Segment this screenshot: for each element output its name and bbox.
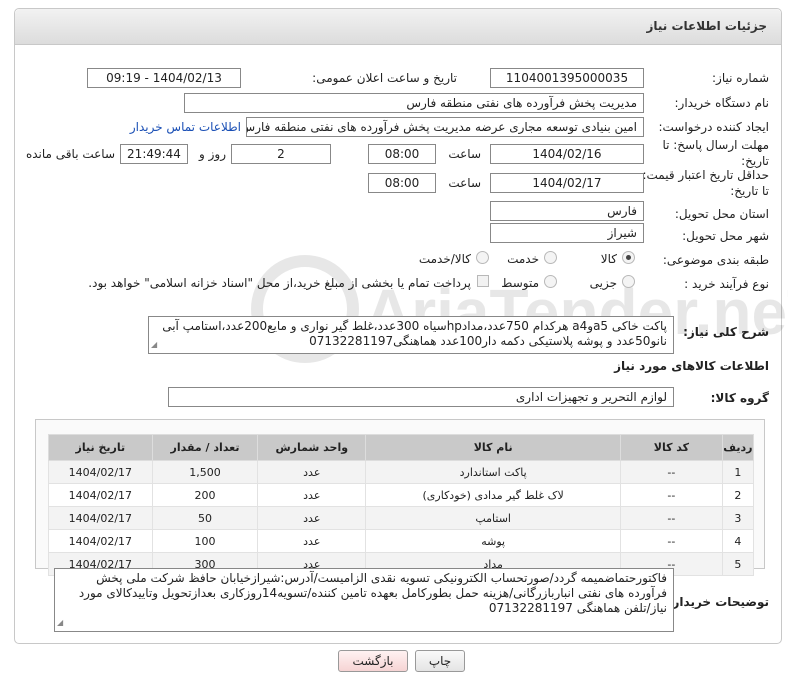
panel-header: جزئیات اطلاعات نیاز	[15, 9, 781, 45]
remaining-label: ساعت باقی مانده	[25, 147, 115, 161]
table-row[interactable]: 3 -- استامپ عدد 50 1404/02/17	[48, 506, 755, 530]
process-option-minor: جزیی	[589, 276, 617, 290]
col-header-code: کد کالا	[620, 434, 723, 461]
category-radio-goods-service[interactable]	[476, 251, 489, 264]
cell-qty: 200	[151, 483, 259, 507]
goods-group-field[interactable]: لوازم التحریر و تجهیزات اداری	[168, 387, 674, 407]
province-field[interactable]: فارس	[490, 201, 644, 221]
cell-code: --	[620, 506, 723, 530]
announce-label: تاریخ و ساعت اعلان عمومی:	[312, 71, 457, 85]
validity-label: حداقل تاریخ اعتبار قیمت:	[642, 168, 769, 182]
category-radio-goods[interactable]	[622, 251, 635, 264]
cell-code: --	[620, 483, 723, 507]
validity-time-field[interactable]: 08:00	[368, 173, 436, 193]
cell-index: 1	[721, 460, 755, 484]
buyer-org-field[interactable]: مدیریت پخش فرآورده های نفتی منطقه فارس	[184, 93, 644, 113]
category-radio-service[interactable]	[544, 251, 557, 264]
cell-index: 3	[721, 506, 755, 530]
reply-deadline-label: مهلت ارسال پاسخ: تا	[662, 138, 769, 152]
validity-label-date: تا تاریخ:	[730, 184, 769, 198]
cell-date: 1404/02/17	[48, 529, 153, 553]
reply-time-label: ساعت	[448, 147, 481, 161]
back-button[interactable]: بازگشت	[338, 650, 408, 672]
need-number-field[interactable]: 1104001395000035	[490, 68, 644, 88]
cell-index: 2	[721, 483, 755, 507]
col-header-index: ردیف	[721, 434, 755, 461]
cell-date: 1404/02/17	[48, 460, 153, 484]
city-label: شهر محل تحویل:	[682, 229, 769, 243]
buyer-org-label: نام دستگاه خریدار:	[674, 96, 770, 110]
col-header-qty: تعداد / مقدار	[151, 434, 259, 461]
cell-index: 5	[721, 552, 755, 576]
goods-table-wrapper: ردیف کد کالا نام کالا واحد شمارش تعداد /…	[35, 419, 765, 576]
resize-grip-icon[interactable]: ◢	[57, 615, 63, 630]
buyer-notes-text: فاکتورحتماضمیمه گردد/صورتحساب الکترونیکی…	[78, 571, 667, 615]
cell-index: 4	[721, 529, 755, 553]
cell-qty: 100	[151, 529, 259, 553]
col-header-date: تاریخ نیاز	[48, 434, 153, 461]
description-label: شرح کلی نیاز:	[683, 325, 769, 339]
cell-name: لاک غلط گیر مدادی (خودکاری)	[365, 483, 622, 507]
creator-field[interactable]: امین بنیادی توسعه مجاری عرضه مدیریت پخش …	[246, 117, 644, 137]
validity-time-label: ساعت	[448, 176, 481, 190]
cell-qty: 50	[151, 506, 259, 530]
cell-name: پاکت استاندارد	[365, 460, 622, 484]
table-row[interactable]: 2 -- لاک غلط گیر مدادی (خودکاری) عدد 200…	[48, 483, 755, 507]
process-radio-medium[interactable]	[544, 275, 557, 288]
category-option-goods-service: کالا/خدمت	[418, 252, 471, 266]
treasury-checkbox[interactable]	[477, 275, 489, 287]
reply-time-field[interactable]: 08:00	[368, 144, 436, 164]
description-text: پاکت خاکی a5وa4 هرکدام 750عدد،مدادhpسیاه…	[162, 319, 667, 348]
province-label: استان محل تحویل:	[674, 207, 769, 221]
validity-date-field[interactable]: 1404/02/17	[490, 173, 644, 193]
col-header-unit: واحد شمارش	[257, 434, 367, 461]
table-row[interactable]: 1 -- پاکت استاندارد عدد 1,500 1404/02/17	[48, 460, 755, 484]
process-label: نوع فرآیند خرید :	[684, 277, 769, 291]
page-title: جزئیات اطلاعات نیاز	[646, 19, 767, 33]
days-label: روز و	[199, 147, 226, 161]
buyer-contact-link[interactable]: اطلاعات تماس خریدار	[130, 120, 241, 134]
need-number-label: شماره نیاز:	[712, 71, 769, 85]
category-option-goods: کالا	[600, 252, 617, 266]
goods-table: ردیف کد کالا نام کالا واحد شمارش تعداد /…	[48, 434, 755, 576]
print-button[interactable]: چاپ	[415, 650, 465, 672]
creator-label: ایجاد کننده درخواست:	[658, 120, 769, 134]
process-radio-minor[interactable]	[622, 275, 635, 288]
announce-field[interactable]: 1404/02/13 - 09:19	[87, 68, 241, 88]
goods-group-label: گروه کالا:	[710, 391, 769, 405]
buyer-notes-textarea[interactable]: فاکتورحتماضمیمه گردد/صورتحساب الکترونیکی…	[54, 568, 674, 632]
cell-unit: عدد	[257, 506, 367, 530]
table-header-row: ردیف کد کالا نام کالا واحد شمارش تعداد /…	[48, 434, 755, 461]
cell-name: استامپ	[365, 506, 622, 530]
city-field[interactable]: شیراز	[490, 223, 644, 243]
days-field[interactable]: 2	[231, 144, 331, 164]
process-option-medium: متوسط	[501, 276, 539, 290]
reply-deadline-label-date: تاریخ:	[741, 154, 769, 168]
cell-unit: عدد	[257, 483, 367, 507]
cell-unit: عدد	[257, 460, 367, 484]
cell-code: --	[620, 460, 723, 484]
cell-date: 1404/02/17	[48, 483, 153, 507]
table-row[interactable]: 4 -- پوشه عدد 100 1404/02/17	[48, 529, 755, 553]
cell-name: پوشه	[365, 529, 622, 553]
treasury-note: پرداخت تمام یا بخشی از مبلغ خرید،از محل …	[88, 276, 471, 290]
buyer-notes-label: توضیحات خریدار:	[667, 595, 769, 609]
cell-date: 1404/02/17	[48, 506, 153, 530]
category-option-service: خدمت	[507, 252, 539, 266]
description-textarea[interactable]: پاکت خاکی a5وa4 هرکدام 750عدد،مدادhpسیاه…	[148, 316, 674, 354]
col-header-name: نام کالا	[365, 434, 622, 461]
resize-grip-icon[interactable]: ◢	[151, 337, 157, 352]
cell-qty: 1,500	[151, 460, 259, 484]
category-label: طبقه بندی موضوعی:	[662, 253, 769, 267]
reply-date-field[interactable]: 1404/02/16	[490, 144, 644, 164]
goods-section-title: اطلاعات کالاهای مورد نیاز	[614, 359, 769, 373]
details-panel: جزئیات اطلاعات نیاز AriaTender.neT شماره…	[14, 8, 788, 644]
cell-code: --	[620, 529, 723, 553]
remaining-time-field[interactable]: 21:49:44	[120, 144, 188, 164]
cell-unit: عدد	[257, 529, 367, 553]
